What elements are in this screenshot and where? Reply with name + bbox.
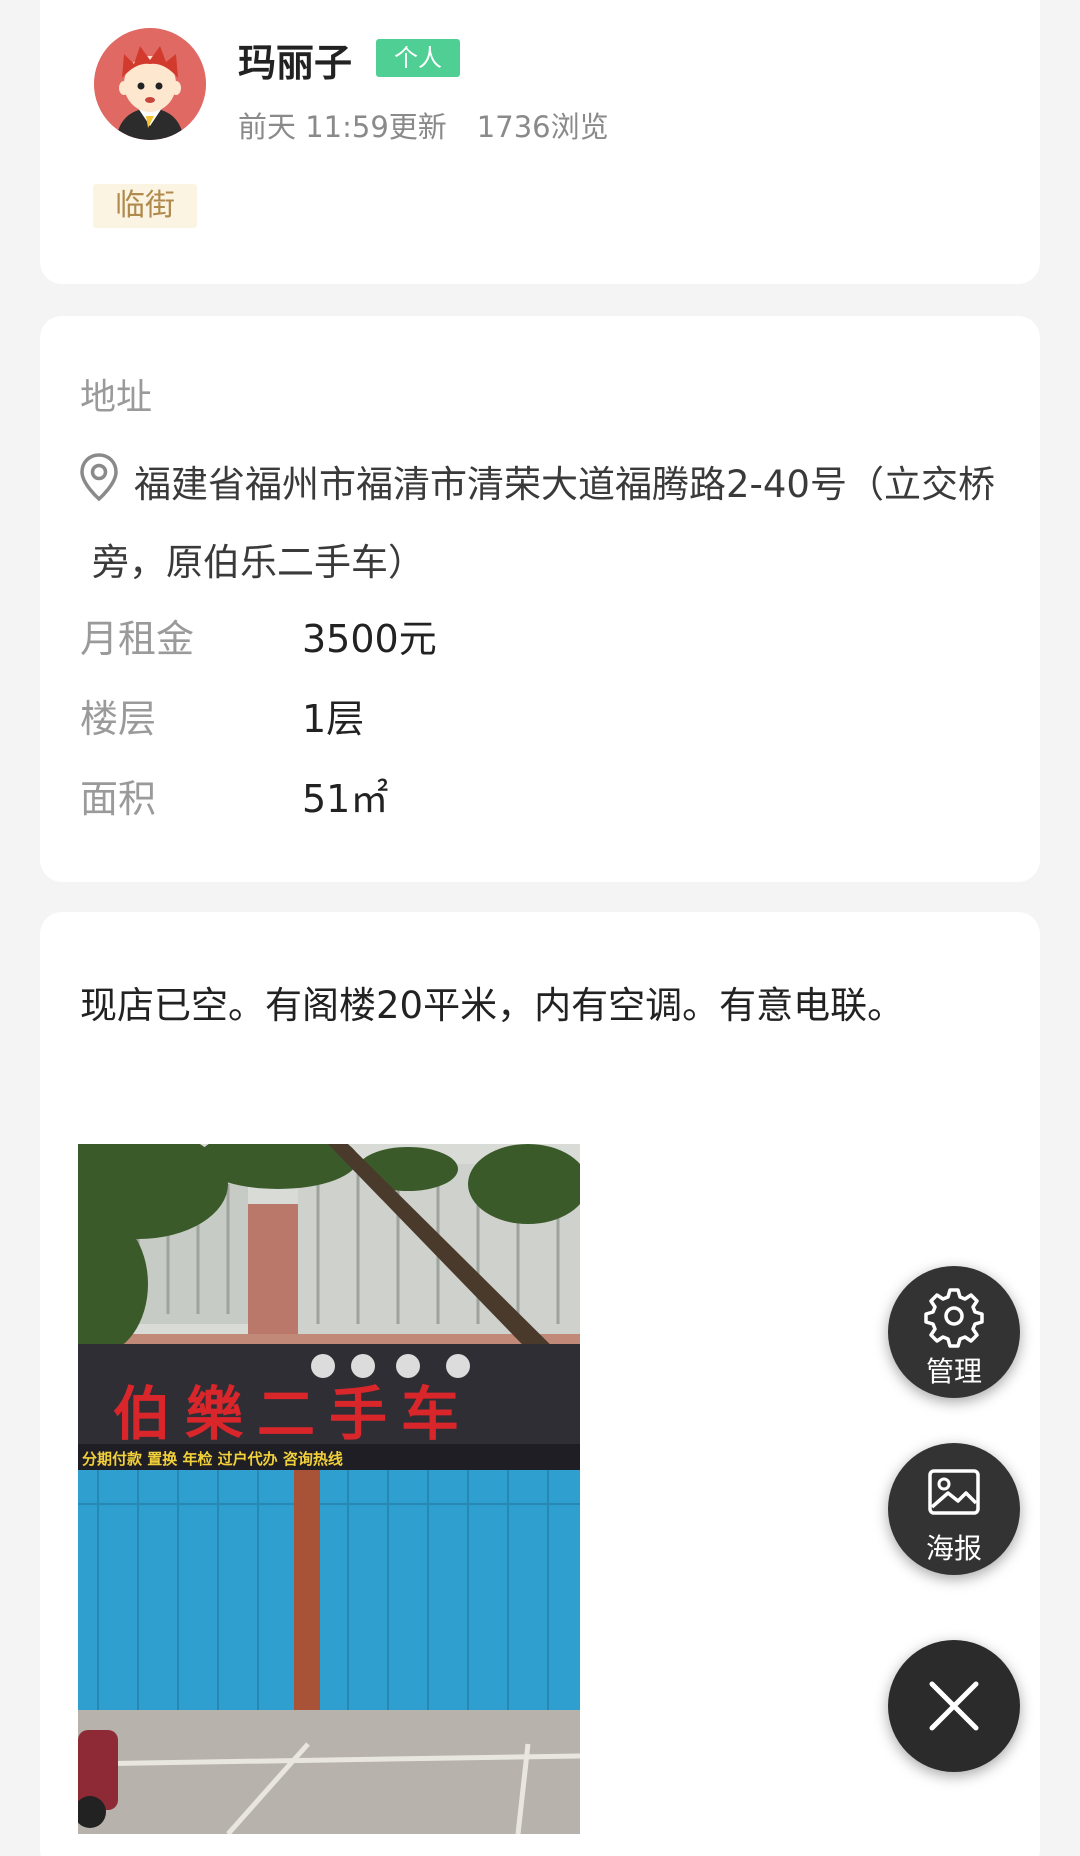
rent-value: 3500元 xyxy=(302,617,437,661)
avatar[interactable] xyxy=(94,28,206,140)
meta-line: 前天 11:59更新 1736浏览 xyxy=(238,104,609,146)
rent-row: 月租金 3500元 xyxy=(80,608,437,663)
property-photo[interactable]: 伯樂二手车 分期付款 置换 年检 过户代办 咨询热线 xyxy=(78,1144,580,1834)
view-count: 1736浏览 xyxy=(476,110,609,144)
floor-value: 1层 xyxy=(302,697,365,741)
close-button[interactable] xyxy=(888,1640,1020,1772)
address-label: 地址 xyxy=(80,377,153,418)
publisher-card: 玛丽子 个人 前天 11:59更新 1736浏览 临街 xyxy=(40,0,1040,284)
poster-label: 海报 xyxy=(925,1532,982,1565)
address-text[interactable]: 福建省福州市福清市清荣大道福腾路2-40号（立交桥旁，原伯乐二手车） xyxy=(92,446,1012,602)
photo-sign-text: 伯樂二手车 xyxy=(113,1380,473,1448)
user-name: 玛丽子 xyxy=(238,41,353,85)
rent-label: 月租金 xyxy=(80,617,195,661)
photo-sign-subtext: 分期付款 置换 年检 过户代办 咨询热线 xyxy=(82,1450,343,1468)
poster-button[interactable]: 海报 xyxy=(888,1443,1020,1575)
area-row: 面积 51㎡ xyxy=(80,768,388,823)
gear-icon xyxy=(924,1288,984,1348)
image-icon xyxy=(928,1469,980,1515)
description-text: 现店已空。有阁楼20平米，内有空调。有意电联。 xyxy=(80,984,905,1027)
floor-row: 楼层 1层 xyxy=(80,688,364,743)
manage-button[interactable]: 管理 xyxy=(888,1266,1020,1398)
manage-label: 管理 xyxy=(925,1355,982,1388)
feature-tag: 临街 xyxy=(93,184,197,228)
floor-label: 楼层 xyxy=(80,697,157,741)
area-label: 面积 xyxy=(80,777,157,821)
property-info-card: 地址 福建省福州市福清市清荣大道福腾路2-40号（立交桥旁，原伯乐二手车） 月租… xyxy=(40,316,1040,882)
close-icon xyxy=(929,1681,979,1731)
area-value: 51㎡ xyxy=(302,777,389,821)
personal-badge: 个人 xyxy=(376,39,460,77)
update-time: 前天 11:59更新 xyxy=(238,110,447,144)
